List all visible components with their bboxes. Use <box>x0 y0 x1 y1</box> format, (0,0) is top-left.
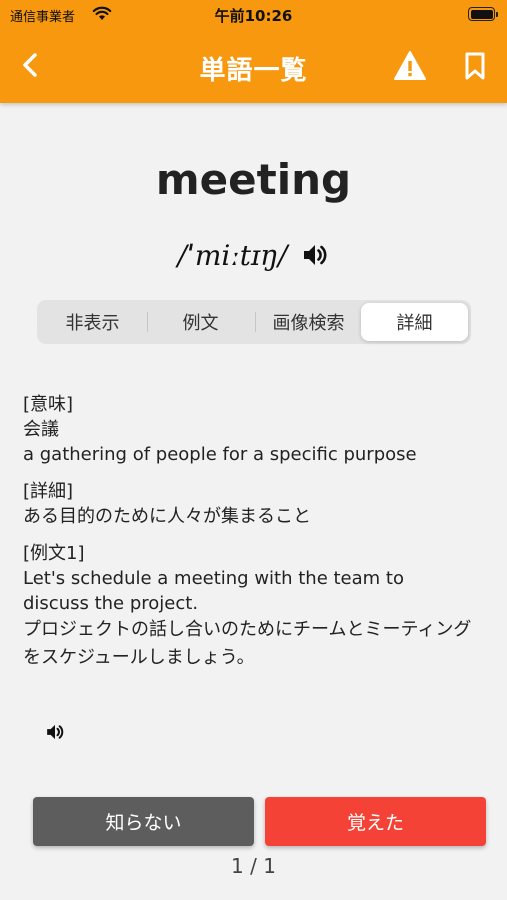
page-title: 単語一覧 <box>199 56 308 86</box>
speaker-icon <box>47 724 64 740</box>
word-text: meeting <box>155 155 352 204</box>
bookmark-icon <box>465 52 485 80</box>
example-header: [例文1] <box>23 543 85 564</box>
tab-example[interactable]: 例文 <box>147 303 254 341</box>
detail-section: [詳細] ある目的のために人々が集まること <box>23 479 483 529</box>
app-bar: 通信事業者 午前10:26 単語一覧 <box>0 0 507 103</box>
example-section: [例文1] Let's schedule a meeting with the … <box>23 541 483 672</box>
play-pronunciation-button[interactable] <box>301 242 329 268</box>
tab-hide[interactable]: 非表示 <box>39 303 146 341</box>
play-example-button[interactable] <box>45 722 65 742</box>
meaning-english: a gathering of people for a specific pur… <box>23 444 417 465</box>
bookmark-button[interactable] <box>462 51 488 81</box>
tab-detail[interactable]: 詳細 <box>361 303 468 341</box>
example-english: Let's schedule a meeting with the team t… <box>23 568 404 614</box>
page-indicator: 1 / 1 <box>231 854 276 878</box>
detail-content: [意味] 会議 a gathering of people for a spec… <box>23 392 483 684</box>
pronunciation-text: /ˈmiːtɪŋ/ <box>177 238 288 272</box>
meaning-japanese: 会議 <box>23 419 59 440</box>
status-bar: 通信事業者 午前10:26 <box>0 0 507 30</box>
display-mode-tabs: 非表示 例文 画像検索 詳細 <box>37 300 471 344</box>
meaning-section: [意味] 会議 a gathering of people for a spec… <box>23 392 483 467</box>
detail-text: ある目的のために人々が集まること <box>23 506 311 527</box>
dont-know-button[interactable]: 知らない <box>33 797 254 846</box>
report-button[interactable] <box>393 50 427 82</box>
detail-header: [詳細] <box>23 481 74 502</box>
meaning-header: [意味] <box>23 394 74 415</box>
warning-icon <box>394 51 426 80</box>
learned-button[interactable]: 覚えた <box>265 797 486 846</box>
status-time: 午前10:26 <box>214 7 293 25</box>
pronunciation-row: /ˈmiːtɪŋ/ <box>0 235 507 275</box>
toolbar: 単語一覧 <box>0 30 507 103</box>
example-japanese: プロジェクトの話し合いのためにチームとミーティングをスケジュールしましょう。 <box>23 619 472 668</box>
tab-image-search[interactable]: 画像検索 <box>255 303 362 341</box>
battery-icon <box>468 7 498 21</box>
speaker-icon <box>304 245 327 265</box>
